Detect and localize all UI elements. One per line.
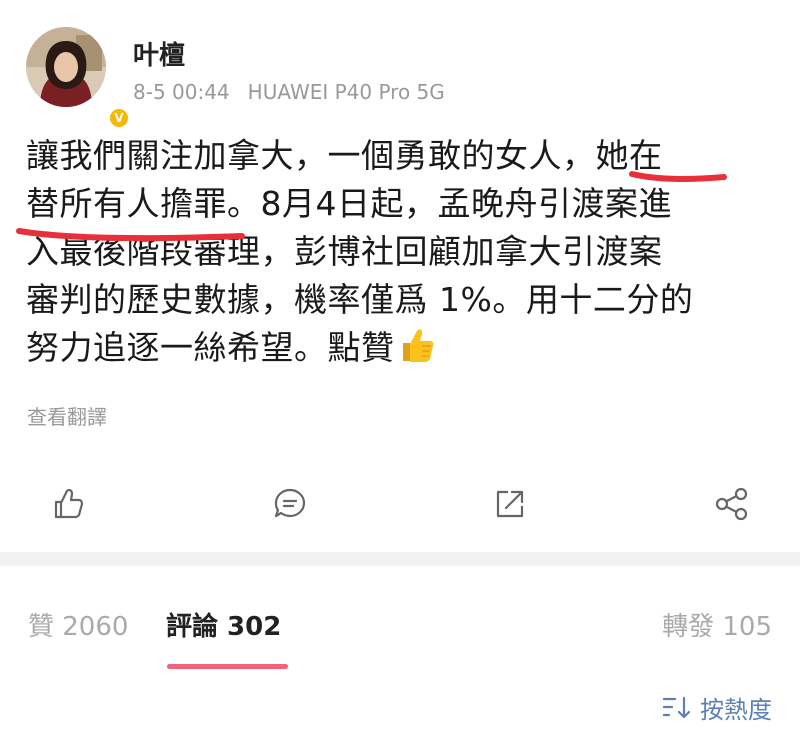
weibo-post: V 叶檀 8-5 00:44 HUAWEI P40 Pro 5G 讓我們關注加拿大…	[0, 0, 800, 552]
share-button[interactable]	[710, 482, 754, 526]
comment-icon	[274, 488, 306, 518]
tab-comments[interactable]: 評論 302	[166, 606, 281, 643]
author-name[interactable]: 叶檀	[133, 35, 185, 72]
content-line: 審判的歷史數據，機率僅爲 1%。用十二分的	[26, 280, 694, 319]
post-device: HUAWEI P40 Pro 5G	[247, 80, 445, 104]
sort-label: 按熱度	[700, 696, 772, 724]
content-line: 讓我們關注加拿大，一個勇敢的女人，她在	[26, 136, 663, 175]
post-meta: 8-5 00:44 HUAWEI P40 Pro 5G	[133, 80, 445, 104]
translate-link[interactable]: 查看翻譯	[27, 401, 107, 430]
action-bar	[0, 474, 800, 534]
sort-icon	[662, 696, 691, 718]
avatar-image	[26, 27, 106, 107]
avatar[interactable]: V	[26, 27, 130, 129]
post-content: 讓我們關注加拿大，一個勇敢的女人，她在 替所有人擔罪。8月4日起，孟晚舟引渡案進…	[26, 132, 778, 372]
thumbs-up-icon	[54, 488, 84, 519]
section-divider	[0, 552, 800, 566]
share-icon	[715, 487, 748, 521]
thumbs-up-emoji	[402, 329, 433, 362]
post-timestamp: 8-5 00:44	[133, 80, 230, 104]
content-line: 替所有人擔罪。8月4日起，孟晚舟引渡案進	[26, 184, 672, 223]
interaction-tabs: 贊 2060 評論 302 轉發 105	[0, 566, 800, 676]
content-line: 努力追逐一絲希望。點贊	[26, 324, 778, 372]
content-line: 入最後階段審理，彭博社回顧加拿大引渡案	[26, 232, 663, 271]
active-tab-indicator	[167, 664, 288, 669]
tab-reposts[interactable]: 轉發 105	[662, 606, 772, 643]
like-button[interactable]	[46, 482, 90, 526]
comment-button[interactable]	[268, 482, 312, 526]
verified-badge-icon: V	[108, 107, 130, 129]
sort-toggle[interactable]: 按熱度	[662, 690, 772, 725]
repost-icon	[496, 490, 524, 518]
repost-button[interactable]	[488, 482, 532, 526]
tab-likes[interactable]: 贊 2060	[28, 606, 128, 643]
content-line-text: 努力追逐一絲希望。點贊	[26, 328, 395, 367]
